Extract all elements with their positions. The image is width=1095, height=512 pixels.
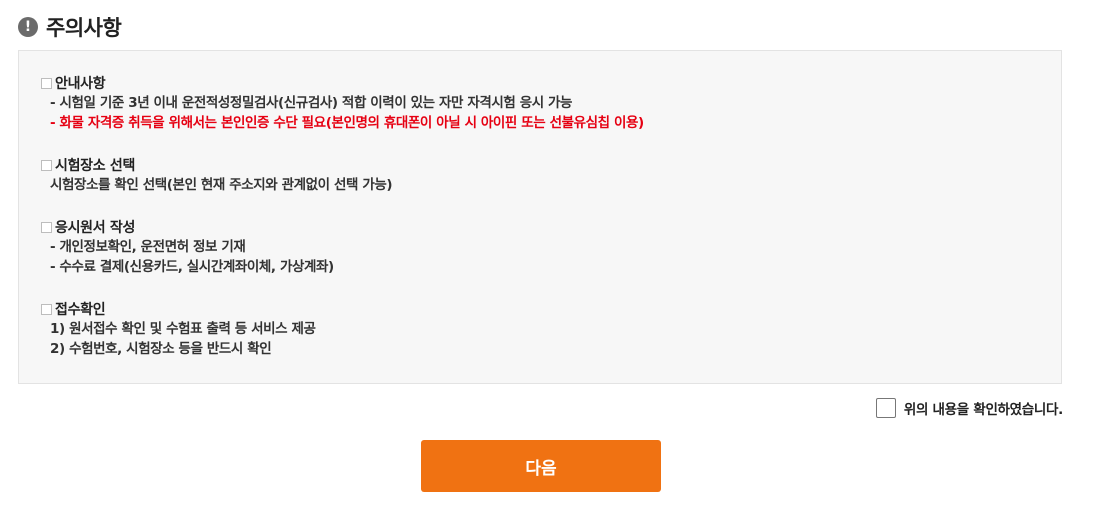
section-title: 시험장소 선택 (55, 158, 136, 174)
confirm-checkbox[interactable] (875, 398, 896, 418)
section-line: 1) 원서접수 확인 및 수험표 출력 등 서비스 제공 (50, 321, 316, 337)
section-guide: 안내사항 - 시험일 기준 3년 이내 운전적성정밀검사(신규검사) 적합 이력… (41, 73, 1061, 133)
notice-box: 안내사항 - 시험일 기준 3년 이내 운전적성정밀검사(신규검사) 적합 이력… (18, 50, 1062, 384)
section-test-site: 시험장소 선택 시험장소를 확인 선택(본인 현재 주소지와 관계없이 선택 가… (41, 155, 1061, 195)
section-line: 2) 수험번호, 시험장소 등을 반드시 확인 (50, 341, 272, 357)
square-bullet-icon (41, 221, 52, 233)
section-line: - 개인정보확인, 운전면허 정보 기재 (50, 239, 246, 255)
next-button[interactable]: 다음 (421, 440, 661, 492)
section-title: 응시원서 작성 (55, 220, 136, 236)
square-bullet-icon (41, 303, 52, 315)
section-line-warning: - 화물 자격증 취득을 위해서는 본인인증 수단 필요(본인명의 휴대폰이 아… (50, 115, 644, 131)
section-line: - 수수료 결제(신용카드, 실시간계좌이체, 가상계좌) (50, 259, 334, 275)
section-title: 안내사항 (55, 76, 106, 92)
page-title: 주의사항 (46, 16, 122, 40)
section-application: 응시원서 작성 - 개인정보확인, 운전면허 정보 기재 - 수수료 결제(신용… (41, 217, 1061, 277)
section-line: - 시험일 기준 3년 이내 운전적성정밀검사(신규검사) 적합 이력이 있는 … (50, 95, 573, 111)
confirm-label[interactable]: 위의 내용을 확인하였습니다. (904, 398, 1063, 418)
square-bullet-icon (41, 77, 52, 89)
confirm-row: 위의 내용을 확인하였습니다. (875, 398, 1063, 418)
section-title: 접수확인 (55, 302, 106, 318)
section-line: 시험장소를 확인 선택(본인 현재 주소지와 관계없이 선택 가능) (50, 177, 393, 193)
notice-header: ! 주의사항 (18, 12, 122, 42)
square-bullet-icon (41, 159, 52, 171)
section-receipt: 접수확인 1) 원서접수 확인 및 수험표 출력 등 서비스 제공 2) 수험번… (41, 299, 1061, 359)
alert-icon: ! (18, 17, 38, 37)
